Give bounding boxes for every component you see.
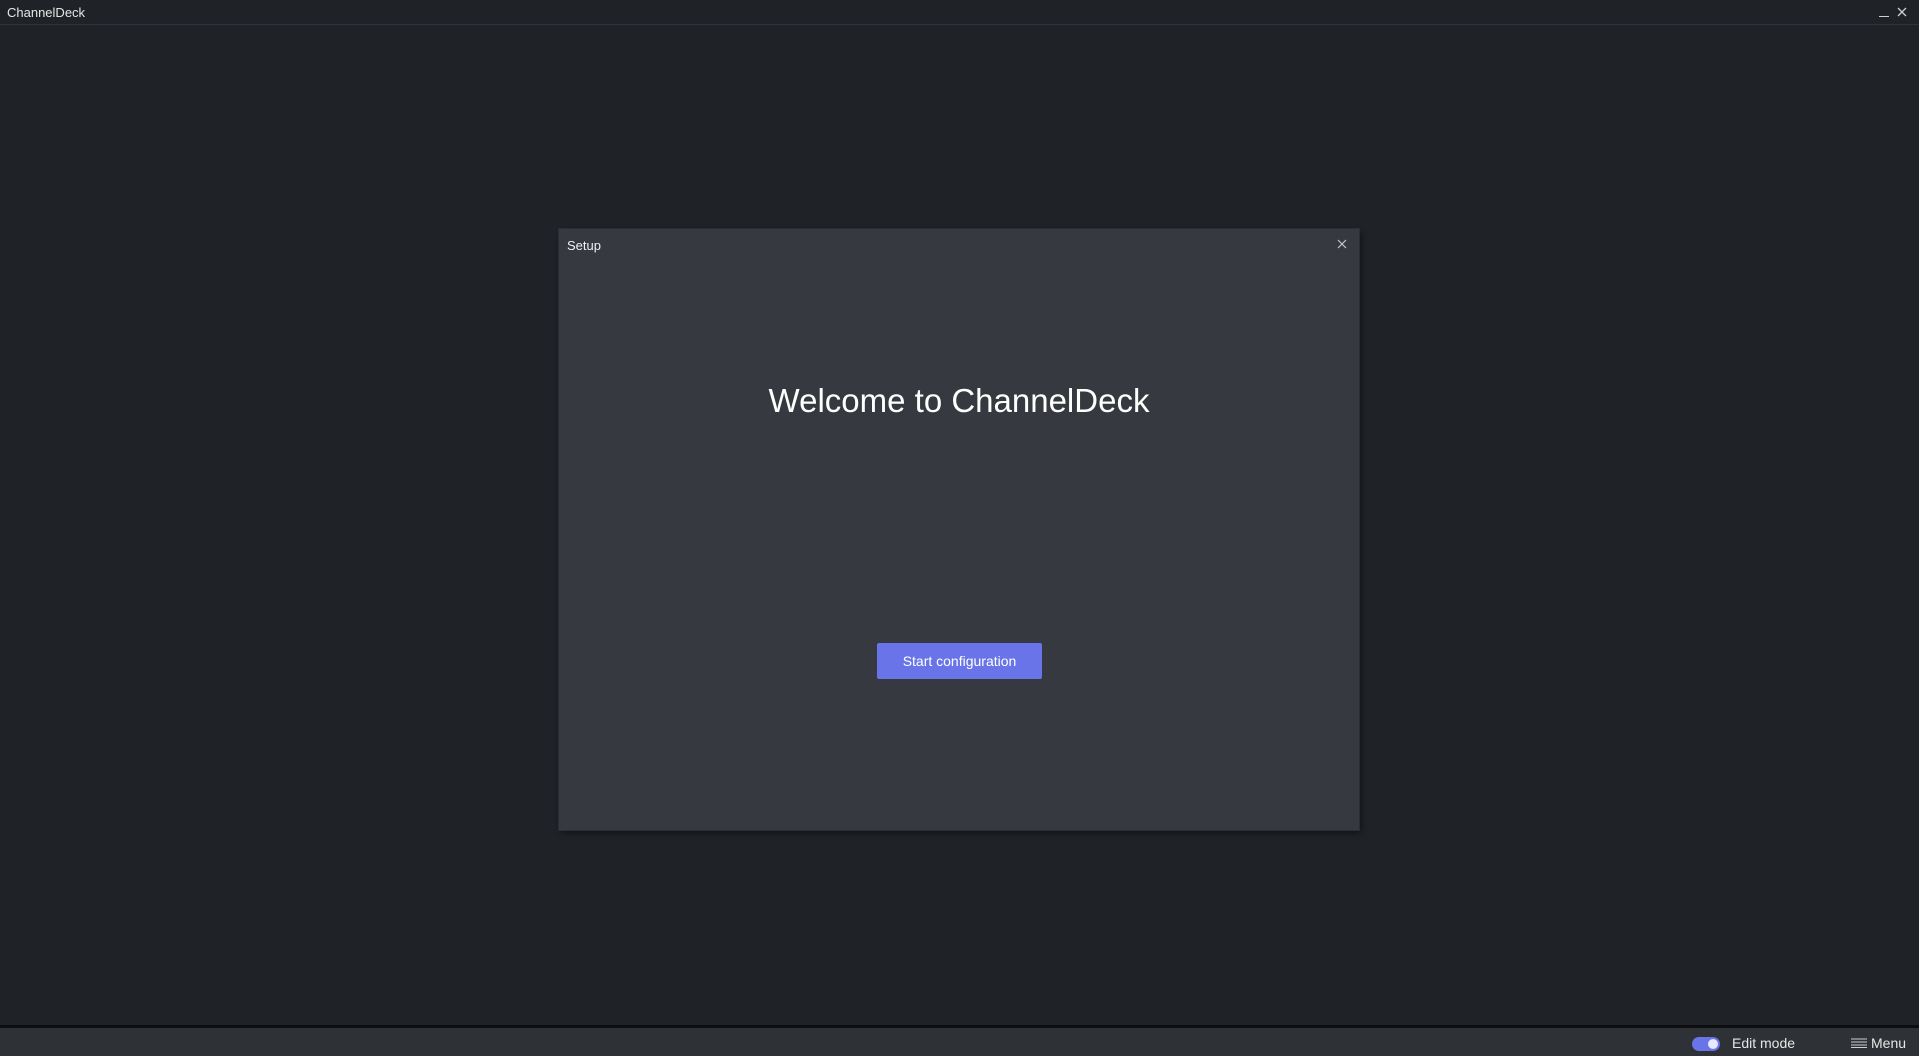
title-bar[interactable]: ChannelDeck <box>0 0 1919 25</box>
window-close-button[interactable] <box>1892 2 1912 22</box>
minimize-button[interactable] <box>1874 2 1894 22</box>
toggle-knob <box>1708 1039 1718 1049</box>
close-icon <box>1337 239 1347 249</box>
start-configuration-button[interactable]: Start configuration <box>877 643 1042 679</box>
edit-mode-label: Edit mode <box>1732 1035 1796 1051</box>
bottom-bar: Edit mode Menu <box>0 1025 1919 1056</box>
dialog-close-button[interactable] <box>1333 235 1351 253</box>
welcome-heading: Welcome to ChannelDeck <box>768 382 1150 419</box>
setup-dialog: Setup Welcome to ChannelDeck Start confi… <box>559 229 1359 830</box>
edit-mode-toggle[interactable] <box>1692 1037 1720 1051</box>
app-window: ChannelDeck Setup Welcome to ChannelDeck… <box>0 0 1919 1056</box>
hamburger-icon <box>1851 1038 1867 1048</box>
dialog-title: Setup <box>567 238 601 253</box>
app-title: ChannelDeck <box>7 5 86 20</box>
menu-button[interactable]: Menu <box>1851 1032 1906 1054</box>
menu-label: Menu <box>1871 1035 1907 1051</box>
minimize-icon <box>1879 16 1889 17</box>
close-icon <box>1897 7 1907 17</box>
